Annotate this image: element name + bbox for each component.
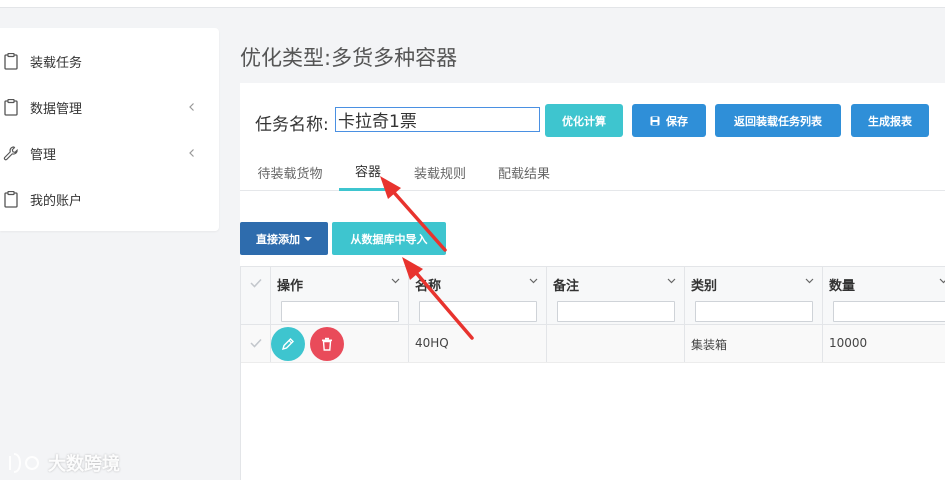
sidebar-item-label: 装载任务 bbox=[30, 55, 83, 71]
category-value: 集装箱 bbox=[691, 338, 728, 352]
column-header-label: 数量 bbox=[829, 279, 856, 294]
import-from-database-button[interactable]: 从数据库中导入 bbox=[332, 222, 446, 255]
column-header-label: 操作 bbox=[277, 279, 304, 294]
add-button-label: 直接添加 bbox=[256, 232, 300, 246]
main-panel: 任务名称: 优化计算 保存 返回装载任务列表 生成报表 待装载货物 容器 装载规… bbox=[240, 83, 945, 480]
column-header-name[interactable]: 名称 bbox=[409, 267, 547, 324]
pencil-icon bbox=[281, 338, 294, 351]
column-header-category[interactable]: 类别 bbox=[685, 267, 823, 324]
sidebar-item-label: 我的账户 bbox=[30, 193, 83, 209]
tab-stowage-results[interactable]: 配载结果 bbox=[492, 153, 556, 191]
name-cell: 40HQ bbox=[409, 325, 547, 362]
tab-label: 装载规则 bbox=[413, 166, 466, 182]
container-grid: 操作 名称 备注 类别 数量 40HQ 集装箱 10000 bbox=[240, 266, 945, 480]
actions-cell bbox=[271, 325, 409, 362]
tab-pending-cargo[interactable]: 待装载货物 bbox=[252, 153, 328, 191]
floppy-disk-icon bbox=[650, 116, 660, 125]
chevron-down-icon[interactable] bbox=[529, 278, 538, 284]
chevron-down-icon[interactable] bbox=[805, 278, 814, 284]
select-all-cell[interactable] bbox=[241, 267, 271, 324]
return-to-task-list-button[interactable]: 返回装载任务列表 bbox=[715, 104, 841, 137]
sidebar-item-my-account[interactable]: 我的账户 bbox=[0, 176, 219, 222]
chevron-down-icon[interactable] bbox=[391, 278, 400, 284]
edit-button[interactable] bbox=[271, 327, 305, 361]
sidebar-item-management[interactable]: 管理 bbox=[0, 130, 219, 176]
filter-input[interactable] bbox=[419, 301, 537, 322]
note-cell bbox=[547, 325, 685, 362]
tab-loading-rules[interactable]: 装载规则 bbox=[408, 153, 472, 191]
save-button-label: 保存 bbox=[666, 115, 688, 128]
chevron-down-icon[interactable] bbox=[939, 278, 945, 284]
filter-input[interactable] bbox=[281, 301, 399, 322]
top-bar bbox=[0, 0, 945, 8]
filter-input[interactable] bbox=[695, 301, 813, 322]
name-value: 40HQ bbox=[415, 336, 449, 350]
import-button-label: 从数据库中导入 bbox=[350, 232, 428, 246]
sidebar-item-data-management[interactable]: 数据管理 bbox=[0, 84, 219, 130]
filter-input[interactable] bbox=[833, 301, 945, 322]
sidebar-item-label: 管理 bbox=[30, 147, 57, 163]
chevron-left-icon bbox=[189, 149, 194, 157]
tab-bar: 待装载货物 容器 装载规则 配载结果 bbox=[240, 153, 945, 191]
tab-containers[interactable]: 容器 bbox=[339, 153, 397, 191]
task-name-input[interactable] bbox=[335, 107, 540, 132]
column-header-label: 类别 bbox=[691, 279, 718, 294]
clipboard-icon bbox=[3, 190, 19, 208]
filter-input[interactable] bbox=[557, 301, 675, 322]
tab-label: 待装载货物 bbox=[257, 166, 323, 182]
watermark-text: 大数跨境 bbox=[48, 454, 120, 475]
table-row[interactable]: 40HQ 集装箱 10000 bbox=[241, 325, 945, 363]
clipboard-icon bbox=[3, 98, 19, 116]
page-title: 优化类型:多货多种容器 bbox=[240, 46, 458, 70]
caret-down-icon bbox=[304, 236, 312, 241]
column-header-quantity[interactable]: 数量 bbox=[823, 267, 945, 324]
save-button[interactable]: 保存 bbox=[632, 104, 706, 137]
grid-header-row: 操作 名称 备注 类别 数量 bbox=[241, 267, 945, 325]
task-name-label: 任务名称: bbox=[255, 115, 329, 135]
trash-icon bbox=[322, 337, 332, 351]
quantity-value: 10000 bbox=[829, 336, 868, 350]
delete-button[interactable] bbox=[310, 327, 344, 361]
tab-label: 容器 bbox=[354, 165, 381, 180]
clipboard-icon bbox=[3, 52, 19, 70]
column-header-actions[interactable]: 操作 bbox=[271, 267, 409, 324]
watermark: 大数跨境 bbox=[8, 450, 120, 476]
tab-label: 配载结果 bbox=[497, 166, 550, 182]
generate-report-button[interactable]: 生成报表 bbox=[851, 104, 929, 137]
sidebar-item-loading-tasks[interactable]: 装载任务 bbox=[0, 38, 219, 84]
optimize-button-label: 优化计算 bbox=[562, 115, 606, 128]
optimize-button[interactable]: 优化计算 bbox=[545, 104, 623, 137]
checkmark-icon bbox=[250, 338, 262, 348]
watermark-logo-icon bbox=[9, 453, 39, 473]
column-header-label: 备注 bbox=[553, 279, 580, 294]
sidebar: 装载任务 数据管理 管理 我的账户 bbox=[0, 28, 219, 231]
column-header-note[interactable]: 备注 bbox=[547, 267, 685, 324]
quantity-cell: 10000 bbox=[823, 325, 945, 362]
category-cell: 集装箱 bbox=[685, 325, 823, 362]
sidebar-item-label: 数据管理 bbox=[30, 101, 83, 117]
checkmark-icon bbox=[250, 278, 262, 288]
chevron-left-icon bbox=[189, 103, 194, 111]
chevron-down-icon[interactable] bbox=[667, 278, 676, 284]
return-button-label: 返回装载任务列表 bbox=[734, 115, 822, 128]
row-select-cell[interactable] bbox=[241, 325, 271, 362]
wrench-icon bbox=[3, 144, 19, 162]
report-button-label: 生成报表 bbox=[868, 115, 912, 128]
direct-add-dropdown-button[interactable]: 直接添加 bbox=[240, 222, 328, 255]
column-header-label: 名称 bbox=[415, 279, 442, 294]
